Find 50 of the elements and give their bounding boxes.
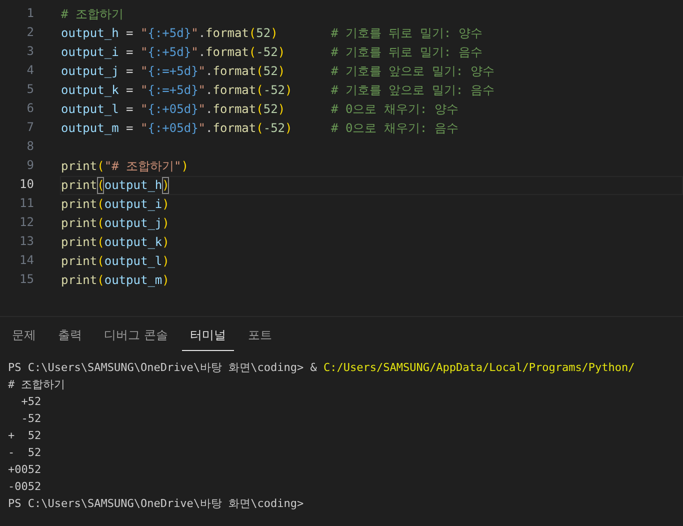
line-number: 5 <box>26 81 34 98</box>
code-line: # 조합하기 <box>61 6 124 23</box>
code-line: output_m = "{:+05d}".format(-52) <box>61 120 294 137</box>
line-number: 15 <box>18 271 34 288</box>
terminal-text: PS C:\Users\SAMSUNG\OneDrive\바탕 화면\coding> <box>8 497 304 510</box>
code-line: output_j = "{:=+5d}".format(52) <box>61 63 286 80</box>
panel-tab[interactable]: 포트 <box>240 321 280 351</box>
code-line: print(output_j) <box>61 215 170 232</box>
line-number: 13 <box>18 233 34 250</box>
line-number: 1 <box>26 5 34 22</box>
terminal-text: +0052 <box>8 463 42 476</box>
terminal-text: -52 <box>20 412 42 425</box>
code-comment: # 기호를 앞으로 밀기: 양수 <box>331 63 494 80</box>
code-line: print(output_i) <box>61 196 170 213</box>
line-number: 6 <box>26 100 34 117</box>
terminal-text: -0052 <box>8 480 42 493</box>
code-line: output_h = "{:+5d}".format(52) <box>61 25 279 42</box>
code-line: print("# 조합하기") <box>61 158 188 175</box>
code-line: output_i = "{:+5d}".format(-52) <box>61 44 286 61</box>
panel-tab[interactable]: 터미널 <box>182 321 234 351</box>
code-line: print(output_m) <box>61 272 170 289</box>
line-number: 11 <box>18 195 34 212</box>
code-comment: # 0으로 채우기: 양수 <box>331 101 458 118</box>
code-line: print(output_l) <box>61 253 170 270</box>
line-number: 14 <box>18 252 34 269</box>
line-number: 2 <box>26 24 34 41</box>
panel-tab[interactable]: 문제 <box>4 321 44 351</box>
terminal-text: +52 <box>20 395 42 408</box>
line-number: 9 <box>26 157 34 174</box>
code-comment: # 기호를 뒤로 밀기: 음수 <box>331 44 482 61</box>
code-line: output_k = "{:=+5d}".format(-52) <box>61 82 294 99</box>
panel-tab[interactable]: 출력 <box>50 321 90 351</box>
line-number: 3 <box>26 43 34 60</box>
code-line: output_l = "{:+05d}".format(52) <box>61 101 286 118</box>
line-number: 7 <box>26 119 34 136</box>
panel-tab[interactable]: 디버그 콘솔 <box>96 321 176 351</box>
current-line-highlight: print(output_h) <box>60 176 683 195</box>
code-comment: # 기호를 뒤로 밀기: 양수 <box>331 25 482 42</box>
line-number: 12 <box>18 214 34 231</box>
terminal-path: C:/Users/SAMSUNG/AppData/Local/Programs/Python/ <box>324 361 635 374</box>
code-line: print(output_k) <box>61 234 170 251</box>
code-comment: # 기호를 앞으로 밀기: 음수 <box>331 82 494 99</box>
code-comment: # 0으로 채우기: 음수 <box>331 120 458 137</box>
terminal-text: # 조합하기 <box>8 378 66 391</box>
line-number: 10 <box>18 176 34 193</box>
terminal-text: PS C:\Users\SAMSUNG\OneDrive\바탕 화면\coding> & <box>8 361 318 374</box>
terminal-text: + 52 <box>8 429 42 442</box>
terminal-text: - 52 <box>8 446 42 459</box>
line-number: 4 <box>26 62 34 79</box>
line-number: 8 <box>26 138 34 155</box>
